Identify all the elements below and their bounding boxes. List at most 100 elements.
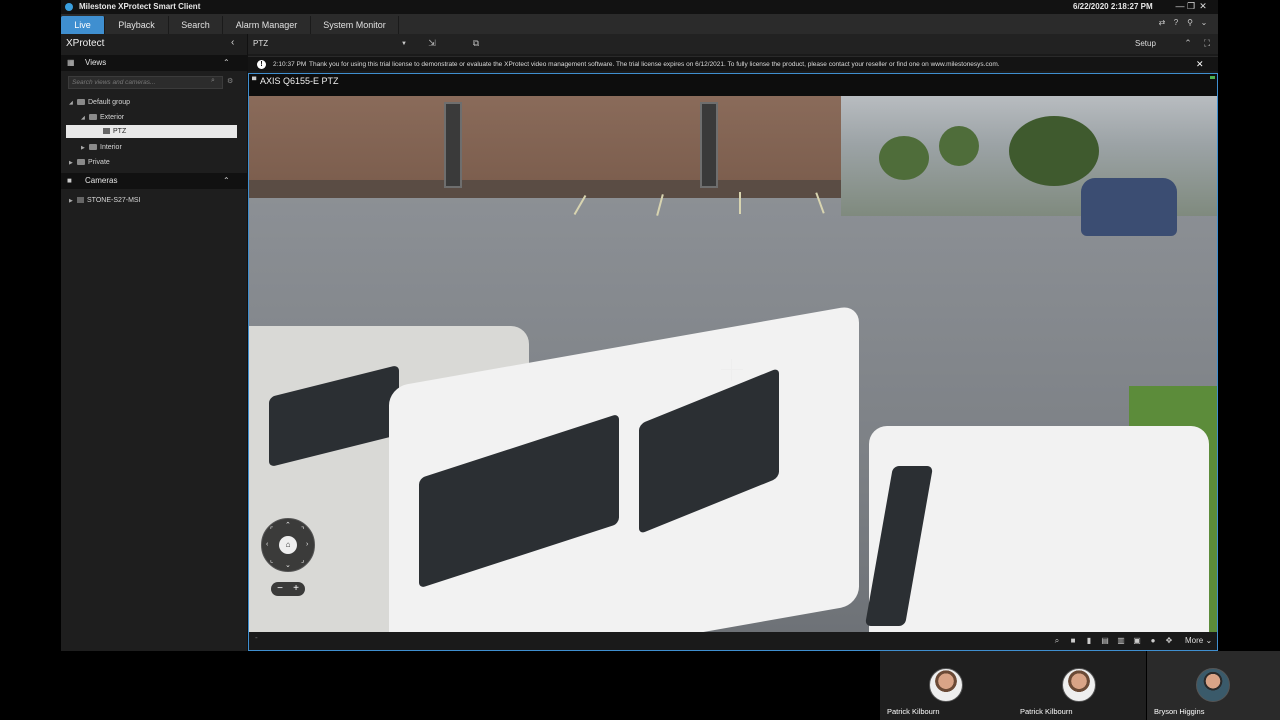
tab-system-monitor[interactable]: System Monitor (311, 16, 399, 34)
tree-item-default-group[interactable]: ◢ Default group (69, 96, 130, 109)
folder-icon (89, 144, 97, 151)
view-selector[interactable]: PTZ ▼ (253, 37, 408, 51)
record-icon[interactable]: ● (1148, 635, 1158, 647)
camera-icon: ■ (67, 176, 72, 185)
folder-icon (77, 159, 85, 166)
ptz-down-left-icon[interactable]: ⌞ (270, 556, 273, 564)
folder-icon (77, 99, 85, 106)
ptz-crosshair (731, 359, 732, 381)
expand-arrow-icon[interactable]: ◢ (69, 97, 77, 110)
tab-alarm-manager[interactable]: Alarm Manager (223, 16, 311, 34)
sidebar: XProtect ‹ ▦ Views ⌃ Search views and ca… (61, 34, 248, 651)
camera-indicator-icon: ▀ (252, 78, 257, 84)
send-to-window-icon[interactable]: ⇲ (426, 37, 438, 49)
ptz-control-pad[interactable]: ⌃ ⌄ ‹ › ⌜ ⌝ ⌞ ⌟ ⌂ (261, 518, 315, 572)
tree-item-ptz[interactable]: PTZ (66, 125, 237, 138)
pin-icon[interactable]: ⚲ (1183, 18, 1197, 27)
participant-name: Patrick Kilbourn (1020, 707, 1073, 716)
participant-name: Bryson Higgins (1154, 707, 1205, 716)
chevron-up-icon[interactable]: ⌃ (1182, 37, 1194, 49)
zoom-control: − + (271, 582, 305, 596)
ptz-down-icon[interactable]: ⌄ (285, 561, 291, 569)
video-camera-icon[interactable]: ■ (1068, 635, 1078, 647)
avatar (1196, 668, 1230, 702)
server-icon (77, 197, 84, 204)
participant-tile: Patrick Kilbourn (880, 651, 1013, 720)
ptz-up-left-icon[interactable]: ⌜ (270, 526, 273, 534)
participant-name: Patrick Kilbourn (887, 707, 940, 716)
video-door (700, 102, 718, 188)
tree-item-exterior[interactable]: ◢ Exterior (81, 111, 124, 124)
video-parking-stripe (739, 192, 741, 214)
ptz-down-right-icon[interactable]: ⌟ (301, 556, 304, 564)
milestone-logo-icon (65, 3, 73, 11)
avatar (1062, 668, 1096, 702)
view-layout-icon (103, 128, 110, 135)
global-toolbar: ⇄? ⚲ ⌄ (1155, 18, 1211, 30)
video-tree (1009, 116, 1099, 186)
setup-button[interactable]: Setup (1135, 37, 1156, 51)
tree-item-private[interactable]: ▶ Private (69, 156, 110, 169)
ptz-home-icon[interactable]: ⌂ (279, 536, 297, 554)
avatar (929, 668, 963, 702)
ptz-left-icon[interactable]: ‹ (266, 541, 268, 548)
window-title: Milestone XProtect Smart Client (79, 2, 201, 11)
filter-icon[interactable]: ⚙ (227, 77, 233, 85)
sidebar-title: XProtect (66, 38, 105, 49)
snapshot-icon[interactable]: ⧉ (470, 37, 482, 49)
video-bush (939, 126, 979, 166)
chevron-up-icon[interactable]: ⌃ (223, 55, 230, 71)
views-section-header[interactable]: ▦ Views ⌃ (61, 55, 248, 71)
clock: 6/22/2020 2:18:27 PM (1073, 2, 1153, 11)
chevron-down-icon[interactable]: ⌄ (1197, 18, 1211, 27)
folder-icon (89, 114, 97, 121)
fullscreen-icon[interactable]: ⛶ (1201, 37, 1213, 49)
ptz-right-icon[interactable]: › (306, 541, 308, 548)
zoom-in-button[interactable]: + (290, 582, 302, 596)
views-label: Views (85, 58, 107, 67)
copy-icon[interactable]: ▣ (1132, 635, 1142, 647)
info-icon: ! (257, 60, 266, 69)
search-input[interactable]: Search views and cameras... (68, 76, 223, 89)
zoom-out-button[interactable]: − (274, 582, 286, 596)
bookmark-icon[interactable]: ▮ (1084, 635, 1094, 647)
tab-playback[interactable]: Playback (105, 16, 169, 34)
save-icon[interactable]: ▤ (1100, 635, 1110, 647)
participant-tile: Patrick Kilbourn (1013, 651, 1146, 720)
tab-live[interactable]: Live (61, 16, 105, 34)
tab-search[interactable]: Search (169, 16, 223, 34)
view-toolbar: PTZ ▼ ⇲ ⧉ Setup ⌃ ⛶ (248, 34, 1218, 54)
camera-name: AXIS Q6155-E PTZ (260, 76, 339, 86)
cameras-section-header[interactable]: ■ Cameras ⌃ (61, 173, 248, 189)
expand-arrow-icon[interactable]: ◢ (81, 112, 89, 125)
search-camera-icon[interactable]: ⌕ (1052, 635, 1062, 647)
ptz-crosshair (721, 369, 743, 370)
grid-icon: ▦ (67, 58, 75, 67)
main-navigation: Live Playback Search Alarm Manager Syste… (61, 14, 1218, 34)
print-icon[interactable]: ▥ (1116, 635, 1126, 647)
chevron-up-icon[interactable]: ⌃ (223, 173, 230, 189)
close-button[interactable]: ✕ (1192, 0, 1214, 14)
video-building-base (249, 180, 841, 198)
camera-video-feed[interactable] (249, 96, 1217, 632)
ptz-move-icon[interactable]: ✥ (1164, 635, 1174, 647)
notice-time: 2:10:37 PM (273, 61, 307, 68)
search-icon[interactable]: ⌕ (211, 77, 220, 86)
tree-item-server[interactable]: ▶ STONE-S27-MSI (69, 194, 141, 207)
network-icon[interactable]: ⇄ (1155, 18, 1169, 27)
camera-tile-toolbar: - ⌕ ■ ▮ ▤ ▥ ▣ ● ✥ More ⌄ (249, 632, 1217, 650)
camera-tile[interactable]: ▀ AXIS Q6155-E PTZ ⌃ ⌄ ‹ › ⌜ ⌝ ⌞ ⌟ ⌂ − +… (248, 73, 1218, 651)
collapse-sidebar-button[interactable]: ‹ (231, 37, 234, 48)
close-notice-button[interactable]: ✕ (1196, 57, 1204, 72)
help-icon[interactable]: ? (1169, 18, 1183, 27)
camera-tile-header: ▀ AXIS Q6155-E PTZ (249, 74, 1217, 96)
video-door (444, 102, 462, 188)
dropdown-arrow-icon[interactable]: ▼ (401, 37, 407, 51)
ptz-up-right-icon[interactable]: ⌝ (301, 526, 304, 534)
collapsed-arrow-icon[interactable]: ▶ (69, 195, 77, 208)
ptz-up-icon[interactable]: ⌃ (285, 521, 291, 529)
collapsed-arrow-icon[interactable]: ▶ (69, 157, 77, 170)
more-button[interactable]: More ⌄ (1185, 635, 1212, 647)
collapsed-arrow-icon[interactable]: ▶ (81, 142, 89, 155)
tree-item-interior[interactable]: ▶ Interior (81, 141, 122, 154)
